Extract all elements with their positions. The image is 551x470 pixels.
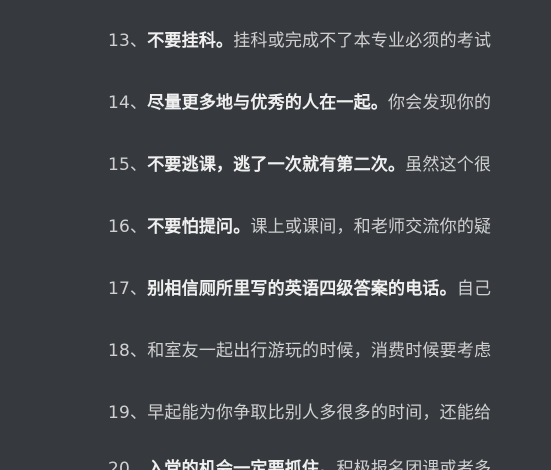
item-heading: 入党的机会一定要抓住。 [147,459,337,470]
edge-fade [521,0,551,470]
item-heading: 不要挂科。 [147,31,234,51]
list-item: 16、不要怕提问。课上或课间，和老师交流你的疑 [108,216,491,238]
item-text: 挂科或完成不了本专业必须的考试 [233,31,492,51]
item-text: 和室友一起出行游玩的时候，消费时候要考虑 [147,341,492,361]
item-number: 14、 [108,93,148,113]
item-number: 13、 [108,31,148,51]
list-item: 18、和室友一起出行游玩的时候，消费时候要考虑 [108,340,491,362]
item-number: 20、 [108,459,148,470]
list-item: 15、不要逃课，逃了一次就有第二次。虽然这个很 [108,154,491,176]
item-number: 19、 [108,403,148,423]
item-number: 17、 [108,279,148,299]
item-heading: 别相信厕所里写的英语四级答案的电话。 [147,279,457,299]
item-text: 你会发现你的 [388,93,492,113]
item-heading: 尽量更多地与优秀的人在一起。 [147,93,389,113]
item-text: 虽然这个很 [405,155,492,175]
item-text: 积极报名团课或者多 [336,459,492,470]
item-number: 15、 [108,155,148,175]
item-text: 课上或课间，和老师交流你的疑 [250,217,492,237]
item-number: 16、 [108,217,148,237]
item-heading: 不要逃课，逃了一次就有第二次。 [147,155,406,175]
list-item: 13、不要挂科。挂科或完成不了本专业必须的考试 [108,30,491,52]
item-heading: 不要怕提问。 [147,217,251,237]
item-number: 18、 [108,341,148,361]
list-item: 19、早起能为你争取比别人多很多的时间，还能给 [108,402,491,424]
list-item: 14、尽量更多地与优秀的人在一起。你会发现你的 [108,92,491,114]
list-item: 20、入党的机会一定要抓住。积极报名团课或者多 [108,458,491,470]
list-item: 17、别相信厕所里写的英语四级答案的电话。自己 [108,278,491,300]
item-text: 自己 [456,279,492,299]
article-content: 13、不要挂科。挂科或完成不了本专业必须的考试 14、尽量更多地与优秀的人在一起… [0,0,551,470]
item-text: 早起能为你争取比别人多很多的时间，还能给 [147,403,492,423]
